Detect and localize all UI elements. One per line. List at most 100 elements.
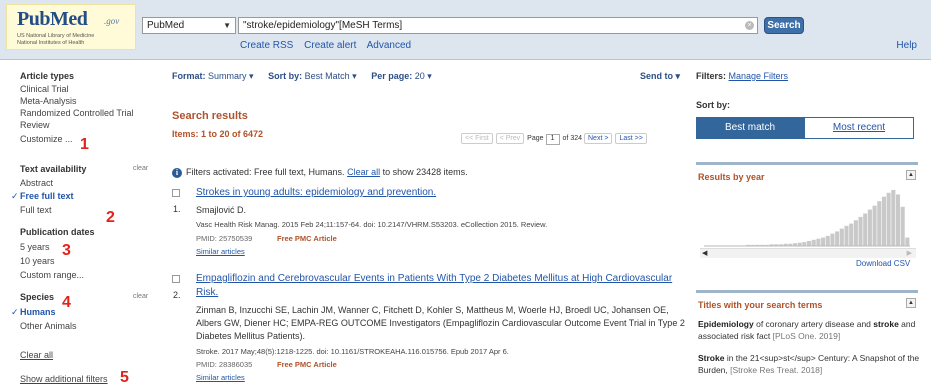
filter-review[interactable]: Review (20, 120, 50, 130)
sort-most-recent-button[interactable]: Most recent (804, 117, 914, 139)
show-additional-filters-link[interactable]: Show additional filters (20, 374, 108, 384)
advanced-link[interactable]: Advanced (367, 40, 411, 51)
create-rss-link[interactable]: Create RSS (240, 40, 293, 51)
free-pmc-article-link[interactable]: Free PMC Article (277, 360, 337, 369)
result-checkbox[interactable] (172, 275, 180, 283)
year-bar[interactable] (811, 239, 816, 246)
t2-source: [Stroke Res Treat. 2018] (727, 365, 823, 375)
species-clear[interactable]: clear (133, 293, 148, 300)
logo-line1: US National Library of Medicine (17, 33, 95, 39)
chart-scrollbar[interactable]: ◀ ▶ (700, 248, 916, 258)
year-bar[interactable] (839, 228, 844, 246)
clear-all-link[interactable]: Clear all (20, 350, 53, 360)
manage-filters-link[interactable]: Manage Filters (729, 71, 789, 81)
year-bar[interactable] (886, 192, 891, 246)
clear-all-filters-link[interactable]: Clear all (347, 167, 380, 177)
filter-other-animals[interactable]: Other Animals (20, 321, 77, 331)
download-csv-link[interactable]: Download CSV (856, 259, 910, 268)
page-number-input[interactable]: 1 (545, 134, 560, 145)
year-bar[interactable] (844, 225, 849, 246)
collapse-icon[interactable]: ▲ (906, 298, 916, 308)
year-bar[interactable] (821, 237, 826, 246)
text-availability-clear[interactable]: clear (133, 165, 148, 172)
filter-abstract[interactable]: Abstract (20, 178, 53, 188)
t1-source: [PLoS One. 2019] (770, 331, 841, 341)
database-select[interactable]: PubMed ▼ (142, 17, 236, 34)
annotation-marker-3: 3 (62, 242, 71, 259)
logo-word: PubMed (17, 8, 88, 30)
collapse-icon[interactable]: ▲ (906, 170, 916, 180)
t1-bold: Epidemiology (698, 319, 754, 329)
year-bar[interactable] (877, 201, 882, 246)
header: PubMed .gov US National Library of Medic… (0, 0, 931, 60)
pubmed-logo[interactable]: PubMed .gov US National Library of Medic… (6, 4, 136, 50)
result-authors: Zinman B, Inzucchi SE, Lachin JM, Wanner… (196, 305, 685, 341)
scroll-right-icon[interactable]: ▶ (907, 249, 912, 257)
result-title-link[interactable]: Strokes in young adults: epidemiology an… (196, 186, 676, 200)
year-bar[interactable] (858, 216, 863, 246)
year-bar[interactable] (881, 196, 886, 246)
filter-10-years[interactable]: 10 years (20, 256, 55, 266)
year-bar[interactable] (891, 190, 896, 246)
result-title-link[interactable]: Empagliflozin and Cerebrovascular Events… (196, 272, 681, 300)
logo-line2: National Institutes of Health (17, 40, 85, 46)
filter-free-full-text[interactable]: Free full text (20, 191, 74, 201)
chevron-down-icon: ▾ (352, 71, 357, 81)
next-page-button[interactable]: Next > (584, 133, 613, 144)
annotation-marker-5: 5 (120, 369, 129, 386)
year-bar[interactable] (835, 231, 840, 246)
filter-full-text[interactable]: Full text (20, 205, 52, 215)
filter-meta-analysis[interactable]: Meta-Analysis (20, 96, 77, 106)
per-page-dropdown[interactable]: 20 ▾ (415, 71, 432, 81)
logo-gov: .gov (104, 16, 120, 26)
scroll-left-icon[interactable]: ◀ (702, 249, 707, 257)
panel-divider (696, 162, 918, 165)
prev-page-button[interactable]: < Prev (495, 133, 525, 144)
send-to-dropdown[interactable]: Send to ▾ (640, 71, 680, 82)
filter-rct[interactable]: Randomized Controlled Trial (20, 108, 134, 118)
year-bar[interactable] (797, 242, 802, 246)
year-bar[interactable] (872, 205, 877, 246)
help-link[interactable]: Help (896, 40, 917, 51)
filter-clinical-trial[interactable]: Clinical Trial (20, 84, 69, 94)
year-bar[interactable] (802, 242, 807, 246)
last-page-button[interactable]: Last >> (615, 133, 647, 144)
year-bar[interactable] (867, 209, 872, 246)
create-alert-link[interactable]: Create alert (304, 40, 356, 51)
filter-sidebar: Article types Clinical Trial Meta-Analys… (0, 62, 160, 390)
sort-value: Best Match (304, 71, 350, 81)
free-pmc-article-link[interactable]: Free PMC Article (277, 234, 337, 243)
year-bar[interactable] (895, 194, 901, 246)
results-by-year-chart[interactable] (696, 186, 918, 250)
similar-articles-link[interactable]: Similar articles (196, 373, 245, 382)
year-bar[interactable] (830, 233, 835, 246)
search-button[interactable]: Search (764, 17, 804, 34)
custom-range-link[interactable]: Custom range... (20, 270, 84, 280)
search-input[interactable]: "stroke/epidemiology"[MeSH Terms] (238, 17, 758, 34)
year-bar[interactable] (849, 223, 854, 246)
year-bar[interactable] (905, 237, 910, 246)
clear-search-icon[interactable]: × (745, 21, 754, 30)
chevron-down-icon: ▼ (223, 21, 231, 30)
similar-articles-link[interactable]: Similar articles (196, 247, 245, 256)
year-bar[interactable] (825, 235, 830, 246)
year-bar[interactable] (863, 213, 868, 246)
related-title-item[interactable]: Stroke in the 21<sup>st</sup> Century: A… (698, 352, 923, 376)
filter-5-years[interactable]: 5 years (20, 242, 50, 252)
year-bar[interactable] (900, 206, 905, 246)
year-bar[interactable] (853, 220, 858, 246)
first-page-button[interactable]: << First (461, 133, 493, 144)
customize-link[interactable]: Customize ... (20, 134, 73, 144)
panel-divider (696, 290, 918, 293)
year-chart-svg (704, 190, 910, 247)
year-bar[interactable] (816, 238, 821, 246)
filter-humans[interactable]: Humans (20, 307, 56, 317)
year-bar[interactable] (807, 240, 812, 246)
sort-best-match-button[interactable]: Best match (696, 117, 804, 139)
result-checkbox[interactable] (172, 189, 180, 197)
format-dropdown[interactable]: Summary ▾ (208, 71, 254, 81)
pagination: << First < Prev Page 1 of 324 Next > Last >> (461, 133, 650, 145)
related-title-item[interactable]: Epidemiology of coronary artery disease … (698, 318, 923, 342)
sort-dropdown[interactable]: Best Match ▾ (305, 71, 357, 81)
header-links: Create RSS Create alert Advanced (240, 40, 419, 51)
